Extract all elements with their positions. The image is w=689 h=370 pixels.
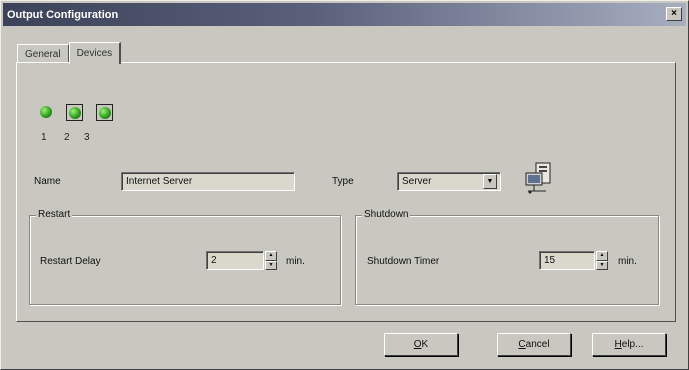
spin-down-icon[interactable]: ▼ [596, 260, 608, 270]
window-title: Output Configuration [7, 8, 119, 21]
restart-delay-input[interactable]: 2 [206, 251, 264, 270]
tab-general[interactable]: General [17, 44, 69, 63]
device-3-toggle[interactable] [96, 104, 113, 121]
restart-delay-stepper[interactable]: ▲ ▼ [265, 251, 277, 270]
shutdown-timer-input[interactable]: 15 [539, 251, 595, 270]
cancel-button[interactable]: Cancel [497, 333, 571, 356]
spin-up-icon[interactable]: ▲ [265, 251, 277, 261]
name-label: Name [34, 176, 61, 187]
green-status-icon [69, 107, 81, 119]
shutdown-group-title: Shutdown [362, 209, 411, 220]
shutdown-groupbox: Shutdown Shutdown Timer 15 ▲ ▼ min. [355, 209, 659, 305]
green-status-icon [99, 107, 111, 119]
shutdown-timer-unit: min. [618, 256, 637, 267]
name-input[interactable]: Internet Server [121, 172, 295, 191]
tab-devices[interactable]: Devices [68, 42, 122, 64]
title-bar[interactable]: Output Configuration × [3, 3, 686, 26]
close-button[interactable]: × [666, 7, 682, 21]
device-2-number: 2 [64, 132, 70, 143]
type-label: Type [332, 176, 354, 187]
ok-button[interactable]: OK [384, 333, 458, 356]
ok-label-rest: K [421, 339, 429, 350]
green-status-icon [40, 106, 52, 118]
restart-delay-unit: min. [286, 256, 305, 267]
restart-group-title: Restart [36, 209, 73, 220]
help-label-rest: elp... [621, 339, 644, 350]
tab-strip: General Devices [17, 41, 122, 64]
help-button[interactable]: Help... [592, 333, 666, 356]
shutdown-timer-label: Shutdown Timer [367, 256, 440, 267]
device-1-toggle[interactable] [38, 104, 55, 121]
type-dropdown-button[interactable]: ▼ [483, 174, 497, 189]
restart-groupbox: Restart Restart Delay 2 ▲ ▼ min. [29, 209, 341, 305]
device-1-number: 1 [41, 132, 47, 143]
computer-network-icon [525, 162, 551, 194]
shutdown-timer-stepper[interactable]: ▲ ▼ [596, 251, 608, 270]
spin-down-icon[interactable]: ▼ [265, 260, 277, 270]
spin-up-icon[interactable]: ▲ [596, 251, 608, 261]
cancel-mnemonic: C [518, 339, 526, 350]
chevron-down-icon: ▼ [486, 178, 494, 185]
device-3-number: 3 [84, 132, 90, 143]
dialog-window: Output Configuration × General Devices 1… [0, 0, 689, 370]
cancel-label-rest: ancel [525, 339, 550, 350]
devices-panel: 1 2 3 Name Internet Server Type Server ▼… [16, 62, 676, 322]
device-2-toggle[interactable] [66, 104, 83, 121]
type-select-value: Server [402, 176, 432, 187]
ok-mnemonic: O [413, 339, 422, 350]
restart-delay-label: Restart Delay [40, 256, 101, 267]
close-icon: × [671, 8, 677, 19]
help-mnemonic: H [614, 339, 622, 350]
